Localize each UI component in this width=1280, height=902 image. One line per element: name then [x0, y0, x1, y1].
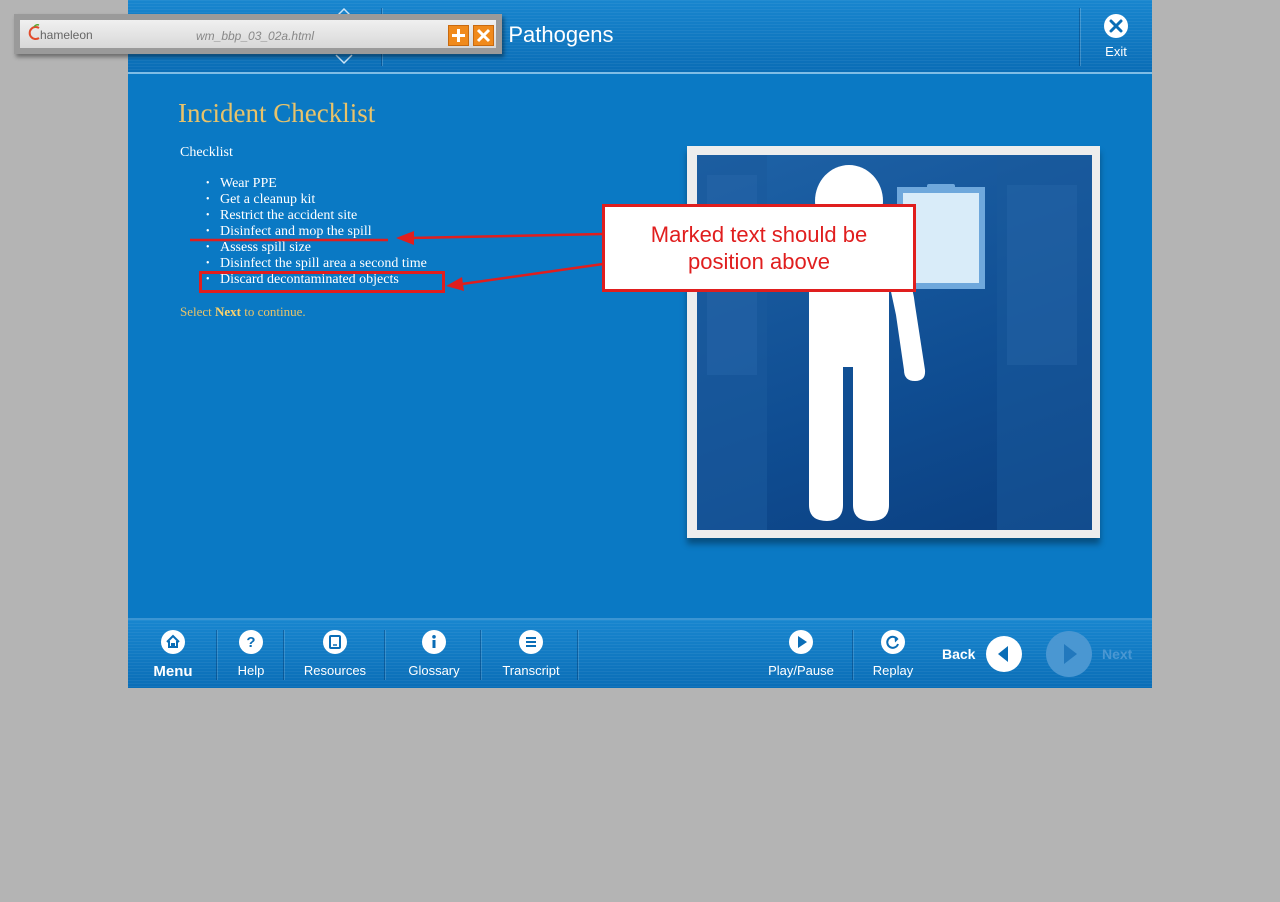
- annotation-text: Marked text should be position above: [605, 221, 913, 275]
- arrow-line: [461, 262, 604, 286]
- annotation-line-1: Marked text should be: [650, 222, 868, 247]
- arrow-line: [409, 232, 604, 240]
- arrowhead-icon: [396, 231, 414, 245]
- annotation-callout: Marked text should be position above: [602, 204, 916, 292]
- arrowhead-icon: [446, 277, 464, 291]
- annotation-arrows: [190, 231, 604, 291]
- highlight-box: [199, 271, 445, 293]
- annotation-line-2: position above: [688, 249, 830, 274]
